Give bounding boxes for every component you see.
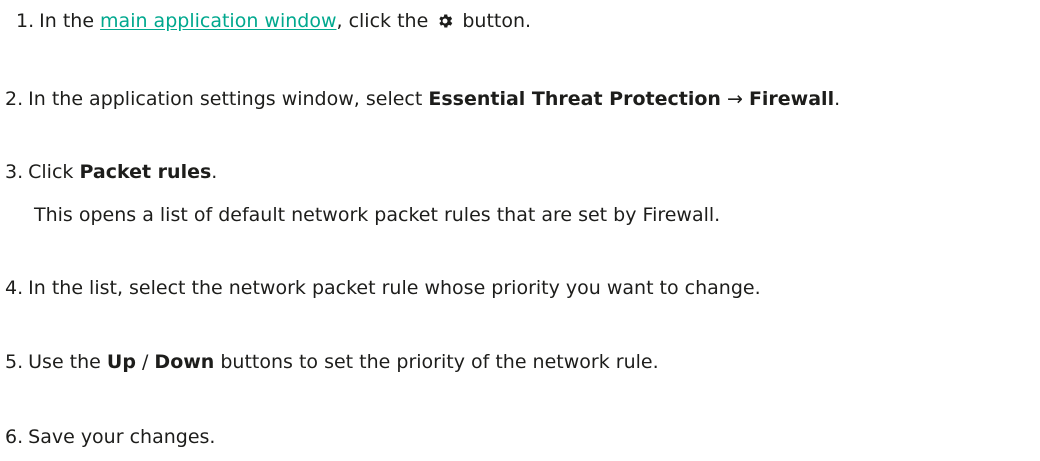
step-text: .	[211, 161, 218, 183]
step-number: 6.	[5, 426, 24, 448]
main-application-window-link[interactable]: main application window	[100, 10, 336, 32]
step-3-note: This opens a list of default network pac…	[34, 204, 721, 226]
gear-icon	[439, 14, 453, 28]
step-text: Use the	[28, 351, 107, 373]
step-number: 4.	[5, 277, 24, 299]
step-text: button.	[456, 10, 532, 32]
step-number: 5.	[5, 351, 24, 373]
slash-separator: /	[135, 351, 155, 373]
step-6: 6. Save your changes.	[5, 425, 215, 449]
arrow-separator: →	[720, 88, 749, 110]
step-text: , click the	[336, 10, 435, 32]
step-3: 3. Click Packet rules.	[5, 160, 217, 184]
step-text: Click	[28, 161, 80, 183]
step-5: 5. Use the Up / Down buttons to set the p…	[5, 350, 659, 374]
step-text: .	[834, 88, 841, 110]
instruction-steps: 1. In the main application window, click …	[0, 0, 1040, 461]
step-text: In the list, select the network packet r…	[28, 277, 761, 299]
step-2: 2. In the application settings window, se…	[5, 87, 840, 111]
step-1: 1. In the main application window, click …	[16, 9, 531, 33]
firewall-label: Firewall	[748, 88, 835, 110]
down-label: Down	[154, 351, 215, 373]
step-4: 4. In the list, select the network packet…	[5, 276, 761, 300]
packet-rules-label: Packet rules	[79, 161, 212, 183]
step-text: buttons to set the priority of the netwo…	[214, 351, 659, 373]
essential-threat-protection-label: Essential Threat Protection	[428, 88, 721, 110]
step-text: In the application settings window, sele…	[28, 88, 429, 110]
up-label: Up	[106, 351, 136, 373]
step-text: In the	[39, 10, 101, 32]
step-number: 2.	[5, 88, 24, 110]
step-number: 1.	[16, 10, 35, 32]
step-number: 3.	[5, 161, 24, 183]
step-text: Save your changes.	[28, 426, 216, 448]
